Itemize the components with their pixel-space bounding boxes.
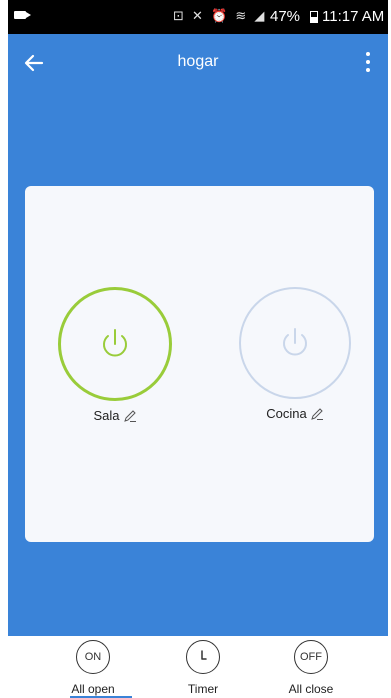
all-close-button[interactable]: OFF All close xyxy=(266,640,356,696)
all-close-label: All close xyxy=(288,682,334,696)
off-icon: OFF xyxy=(294,640,328,674)
more-menu-button[interactable] xyxy=(360,50,376,76)
app-frame: ⊡ ✕ ⏰ ≋ ◢ 47% 11:17 AM hogar Sala Cocina… xyxy=(8,0,388,698)
power-button-cocina[interactable] xyxy=(239,287,351,399)
status-time: 11:17 AM xyxy=(322,8,385,25)
device-name: Cocina xyxy=(266,406,307,421)
device-sala[interactable]: Sala xyxy=(55,287,175,423)
more-vertical-icon xyxy=(366,52,370,56)
timer-label: Timer xyxy=(187,682,219,696)
battery-percent: 47% xyxy=(270,8,301,25)
devices-card: Sala Cocina xyxy=(25,186,374,542)
on-icon: ON xyxy=(76,640,110,674)
video-camera-icon xyxy=(14,11,31,19)
power-icon xyxy=(283,328,307,356)
device-cocina[interactable]: Cocina xyxy=(235,287,355,421)
timer-button[interactable]: Timer xyxy=(158,640,248,696)
device-label-sala: Sala xyxy=(55,408,175,423)
power-button-sala[interactable] xyxy=(58,287,172,401)
status-indicators: ⊡ ✕ ⏰ ≋ ◢ xyxy=(173,9,267,24)
device-name: Sala xyxy=(93,408,120,423)
all-open-button[interactable]: ON All open xyxy=(48,640,138,696)
battery-icon xyxy=(310,11,318,23)
device-label-cocina: Cocina xyxy=(235,406,355,421)
pencil-icon[interactable] xyxy=(123,409,137,423)
power-icon xyxy=(103,329,127,357)
clock-icon xyxy=(186,640,220,674)
pencil-icon[interactable] xyxy=(310,407,324,421)
main-area: hogar Sala Cocina xyxy=(8,34,388,636)
page-title: hogar xyxy=(177,53,219,70)
all-open-label: All open xyxy=(71,682,115,696)
bottom-action-bar: ON All open Timer OFF All close xyxy=(8,636,388,698)
status-bar: ⊡ ✕ ⏰ ≋ ◢ 47% 11:17 AM xyxy=(8,0,388,34)
